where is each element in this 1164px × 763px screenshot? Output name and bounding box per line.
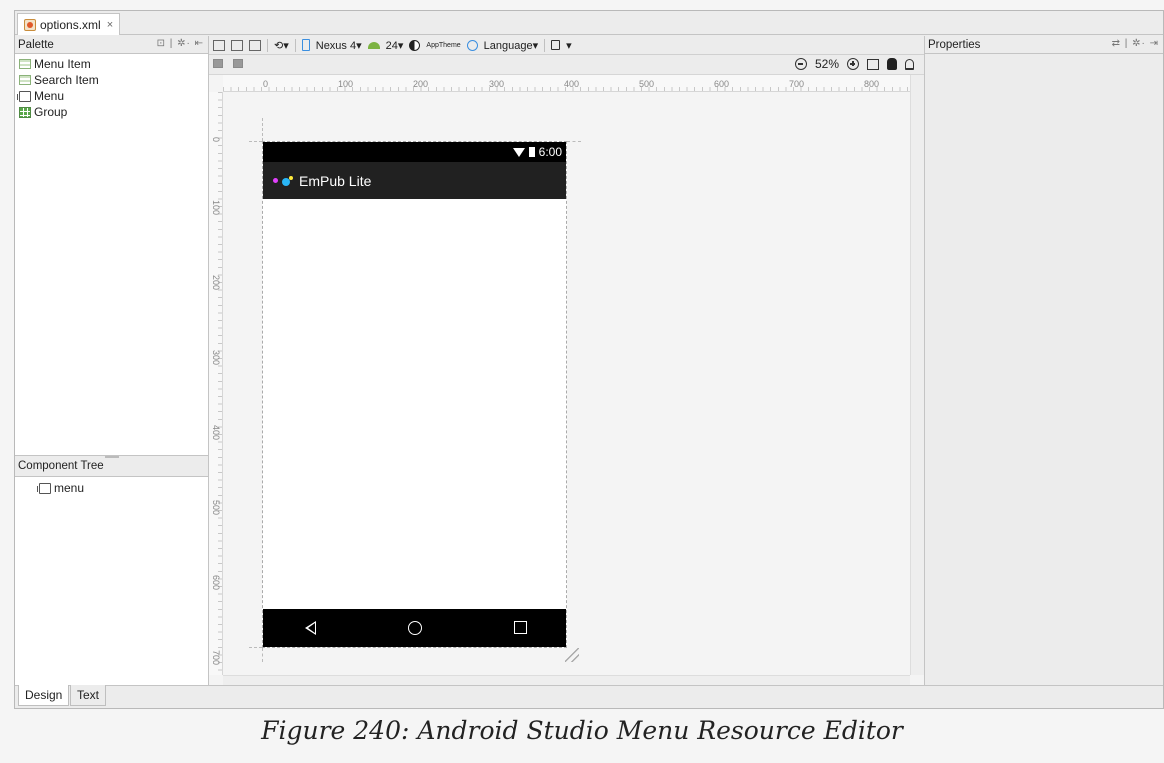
battery-icon bbox=[528, 147, 535, 157]
vertical-ruler: 0 100 200 300 400 500 600 700 bbox=[209, 92, 223, 675]
editor-window: options.xml × Palette ⊡ | ✲· ⇤ Menu Item… bbox=[14, 10, 1164, 709]
palette-item-label: Menu Item bbox=[34, 57, 91, 71]
palette-list: Menu Item Search Item Menu Group bbox=[15, 54, 208, 120]
resize-handle-icon[interactable] bbox=[565, 648, 579, 662]
menu-item-icon bbox=[19, 59, 31, 69]
theme-select[interactable]: AppTheme bbox=[426, 42, 460, 49]
tab-text[interactable]: Text bbox=[70, 685, 107, 706]
device-preview[interactable]: 6:00 EmPub Lite bbox=[262, 141, 567, 648]
ruler-tick-label: 700 bbox=[211, 650, 221, 666]
palette-title: Palette bbox=[18, 38, 54, 51]
ruler-tick-label: 800 bbox=[864, 79, 880, 89]
figure-caption: Figure 240: Android Studio Menu Resource… bbox=[261, 716, 903, 745]
properties-tools-icons[interactable]: ⇄ | ✲· ⇥ bbox=[1112, 38, 1159, 49]
properties-title: Properties bbox=[928, 38, 981, 51]
editor-mode-tabs: Design Text bbox=[15, 685, 1163, 708]
component-tree-title: Component Tree bbox=[18, 460, 104, 472]
file-tab-label: options.xml bbox=[40, 17, 101, 32]
component-tree: menu bbox=[15, 480, 208, 496]
group-icon bbox=[19, 106, 31, 118]
device-icon bbox=[301, 39, 310, 51]
ruler-tick-label: 400 bbox=[564, 79, 580, 89]
ruler-tick-label: 300 bbox=[489, 79, 505, 89]
status-time: 6:00 bbox=[538, 145, 562, 159]
tab-design[interactable]: Design bbox=[18, 685, 70, 706]
zoom-in-icon[interactable] bbox=[847, 58, 859, 70]
splitter-grip[interactable] bbox=[105, 456, 119, 458]
palette-item-search-item[interactable]: Search Item bbox=[15, 72, 208, 88]
design-toolbar: ⟲▾ Nexus 4▾ 24▾ AppTheme Language▾ ▾ bbox=[209, 36, 924, 55]
orientation-icon[interactable]: ⟲▾ bbox=[274, 39, 289, 52]
menu-icon bbox=[17, 90, 31, 102]
properties-header: Properties ⇄ | ✲· ⇥ bbox=[925, 36, 1163, 54]
language-select[interactable]: Language▾ bbox=[484, 39, 538, 52]
editor-tab-bar: options.xml × bbox=[15, 11, 1163, 35]
notifications-icon[interactable] bbox=[905, 58, 914, 70]
wifi-icon bbox=[512, 147, 525, 157]
phone-nav-bar bbox=[263, 609, 566, 647]
ruler-tick-label: 0 bbox=[211, 137, 221, 143]
horizontal-ruler: 0 100 200 300 400 500 600 700 800 bbox=[223, 75, 910, 92]
device-select[interactable]: Nexus 4▾ bbox=[316, 39, 362, 52]
xml-file-icon bbox=[24, 18, 36, 31]
file-tab[interactable]: options.xml × bbox=[17, 13, 121, 35]
tree-item-menu[interactable]: menu bbox=[15, 480, 208, 496]
globe-icon bbox=[466, 39, 478, 51]
palette-item-label: Group bbox=[34, 105, 68, 119]
ruler-tick-label: 500 bbox=[639, 79, 655, 89]
tree-item-label: menu bbox=[54, 481, 85, 495]
ruler-tick-label: 700 bbox=[789, 79, 805, 89]
search-item-icon bbox=[19, 75, 31, 85]
horizontal-scrollbar[interactable] bbox=[223, 675, 910, 685]
phone-status-bar: 6:00 bbox=[263, 142, 566, 162]
zoom-out-icon[interactable] bbox=[794, 58, 807, 70]
palette-tools-icons[interactable]: ⊡ | ✲· ⇤ bbox=[157, 38, 204, 49]
ruler-tick-label: 300 bbox=[211, 350, 221, 366]
ruler-tick-label: 600 bbox=[714, 79, 730, 89]
app-title: EmPub Lite bbox=[299, 172, 372, 189]
menu-icon bbox=[37, 482, 51, 494]
home-icon bbox=[408, 621, 422, 635]
android-icon bbox=[367, 41, 380, 49]
design-canvas-panel: ⟲▾ Nexus 4▾ 24▾ AppTheme Language▾ ▾ 52% bbox=[209, 36, 924, 685]
palette-item-menu[interactable]: Menu bbox=[15, 88, 208, 104]
zoom-out-small-icon[interactable] bbox=[213, 59, 223, 68]
zoom-level: 52% bbox=[814, 57, 839, 71]
recents-icon bbox=[514, 621, 527, 634]
app-logo-icon bbox=[273, 175, 293, 187]
vertical-scrollbar[interactable] bbox=[910, 75, 924, 675]
ruler-tick-label: 100 bbox=[338, 79, 354, 89]
pan-hand-icon[interactable] bbox=[887, 58, 897, 70]
close-icon[interactable]: × bbox=[107, 19, 113, 31]
properties-panel: Properties ⇄ | ✲· ⇥ bbox=[924, 36, 1163, 685]
left-panel: Palette ⊡ | ✲· ⇤ Menu Item Search Item M… bbox=[15, 36, 209, 685]
theme-icon bbox=[409, 39, 421, 51]
zoom-controls: 52% bbox=[794, 57, 914, 71]
back-icon bbox=[305, 621, 316, 635]
design-surface-icon[interactable] bbox=[213, 39, 225, 51]
palette-item-group[interactable]: Group bbox=[15, 104, 208, 120]
ruler-tick-label: 100 bbox=[211, 200, 221, 216]
palette-item-label: Menu bbox=[34, 89, 65, 103]
ruler-tick-label: 200 bbox=[211, 275, 221, 291]
palette-item-menu-item[interactable]: Menu Item bbox=[15, 56, 208, 72]
phone-app-bar: EmPub Lite bbox=[263, 162, 566, 199]
canvas-toolbar: 52% bbox=[209, 55, 924, 75]
palette-item-label: Search Item bbox=[34, 73, 99, 87]
ruler-tick-label: 400 bbox=[211, 425, 221, 441]
split-view-icon[interactable] bbox=[249, 39, 261, 51]
ruler-tick-label: 600 bbox=[211, 575, 221, 591]
ruler-tick-label: 500 bbox=[211, 500, 221, 516]
ruler-tick-label: 200 bbox=[413, 79, 429, 89]
ruler-tick-label: 0 bbox=[263, 79, 269, 89]
api-select[interactable]: 24▾ bbox=[386, 39, 404, 52]
palette-header: Palette ⊡ | ✲· ⇤ bbox=[15, 36, 208, 54]
blueprint-icon[interactable] bbox=[231, 39, 243, 51]
zoom-to-fit-icon[interactable] bbox=[867, 58, 879, 70]
zoom-in-small-icon[interactable] bbox=[233, 59, 243, 68]
device-frame-icon[interactable] bbox=[551, 40, 561, 50]
component-tree-header: Component Tree bbox=[15, 455, 208, 477]
